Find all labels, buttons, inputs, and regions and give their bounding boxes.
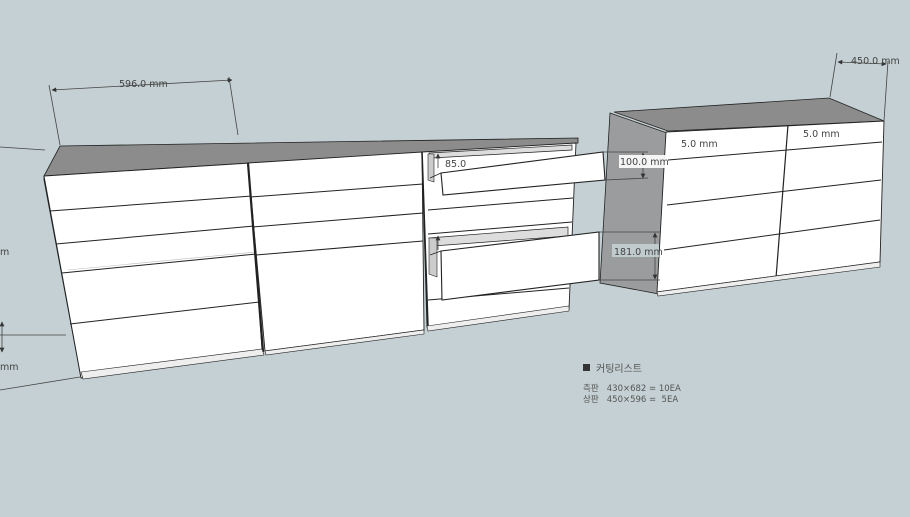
- inner-dimension-label: 85.0: [445, 159, 466, 170]
- right-unit-dimension-label-left: 5.0 mm: [681, 139, 718, 150]
- cutting-list: 커팅리스트 측판 430×682 = 10EA 상판 450×596 = 5EA: [583, 360, 681, 406]
- left-edge-label-lower: mm: [0, 362, 19, 373]
- left-cabinet: [43, 137, 606, 380]
- bullet-square-icon: [583, 364, 590, 371]
- right-cabinet: [599, 97, 885, 297]
- drawer-upper-dimension-label: 100.0 mm: [620, 157, 669, 168]
- row-spec: 430×682 = 10EA: [606, 384, 681, 394]
- right-unit-dimension-label-right: 5.0 mm: [803, 129, 840, 140]
- row-part: 측판: [583, 384, 599, 394]
- right-cabinet-shadow-side: [599, 112, 668, 295]
- cutting-list-title-text: 커팅리스트: [596, 364, 642, 375]
- width-dimension-label: 596.0 mm: [119, 79, 168, 90]
- cutting-list-rows: 측판 430×682 = 10EA 상판 450×596 = 5EA: [583, 384, 681, 406]
- cutting-list-title: 커팅리스트: [583, 360, 681, 375]
- cabinet-drawing: 596.0 mm 450.0 mm 100.0 mm 181.0 mm 85.0…: [0, 52, 900, 391]
- sketchup-viewport[interactable]: 596.0 mm 450.0 mm 100.0 mm 181.0 mm 85.0…: [0, 0, 910, 512]
- depth-dimension-label: 450.0 mm: [851, 56, 900, 67]
- cutting-list-row: 측판 430×682 = 10EA: [583, 384, 681, 395]
- module-1-front: [43, 162, 263, 379]
- module-2-front: [247, 151, 425, 352]
- left-edge-label-upper: m: [0, 247, 9, 258]
- row-part: 상판: [583, 395, 599, 405]
- cutting-list-row: 상판 450×596 = 5EA: [583, 395, 681, 406]
- row-spec: 450×596 = 5EA: [606, 395, 679, 405]
- drawer-lower-dimension-label: 181.0 mm: [614, 247, 663, 258]
